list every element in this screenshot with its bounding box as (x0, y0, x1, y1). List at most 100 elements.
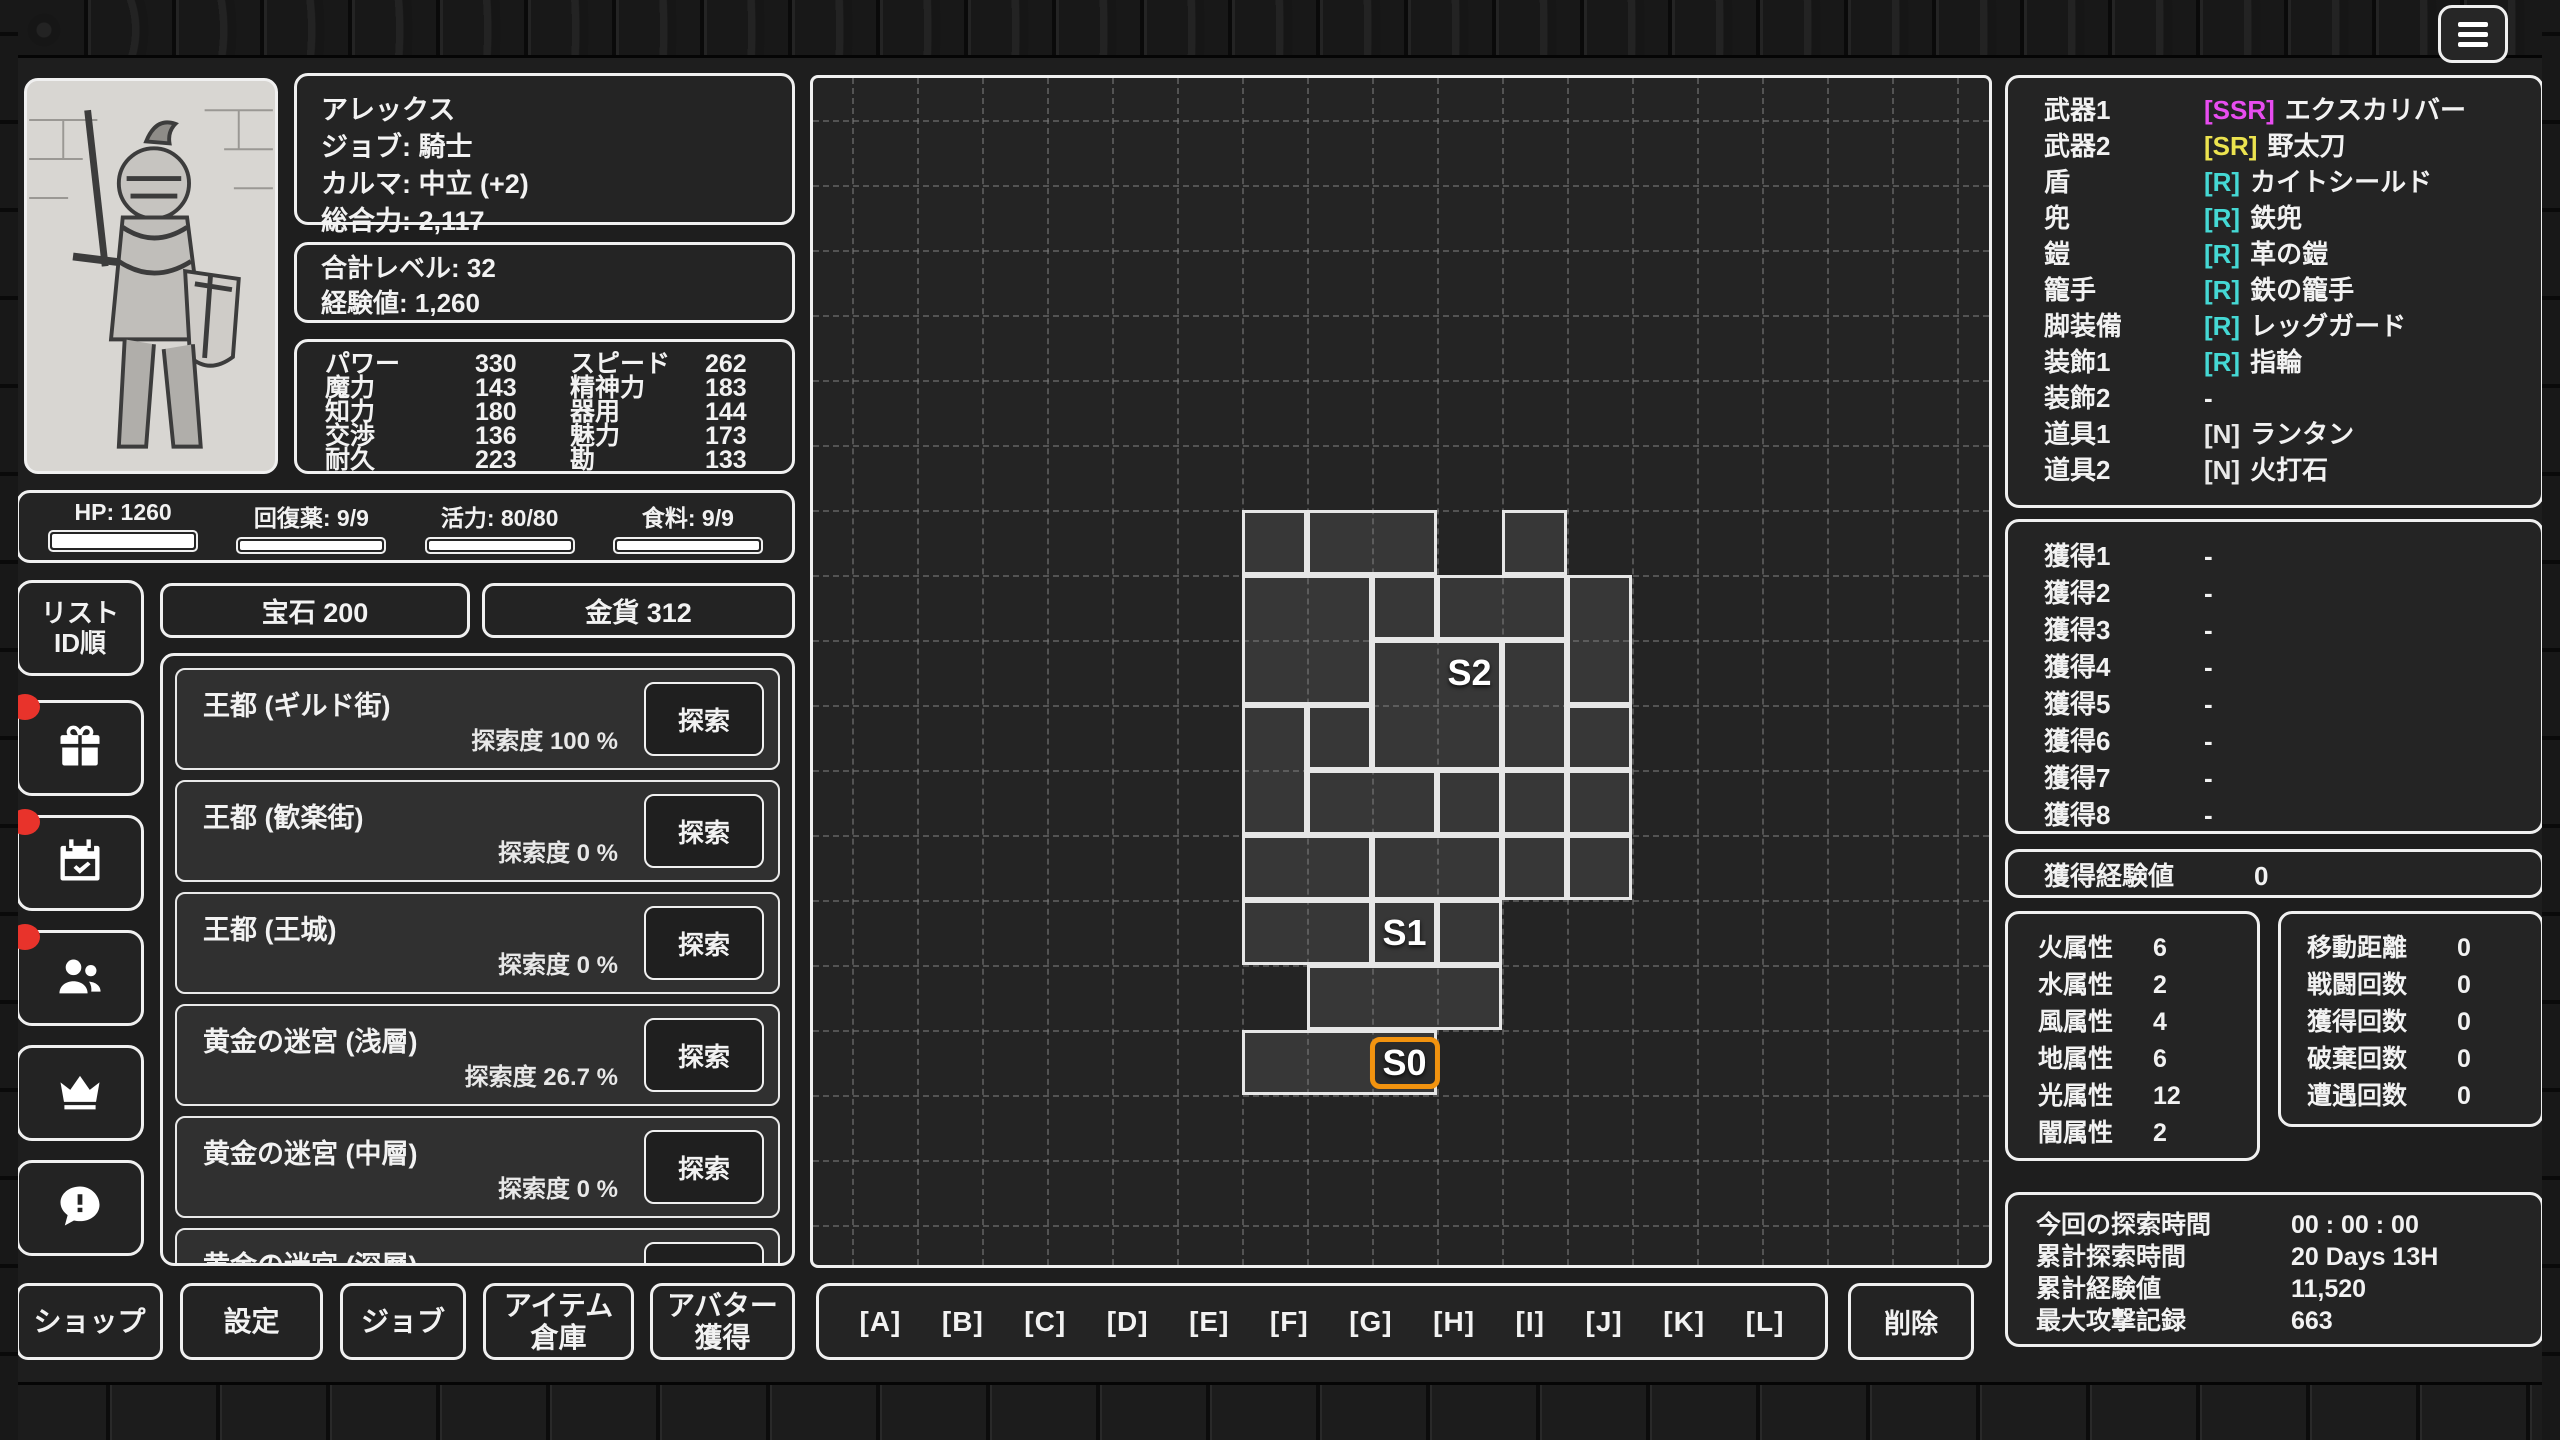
button-label-line: アバター (667, 1290, 778, 1322)
room-outline (1372, 835, 1502, 900)
time-label: 最大攻撃記録 (2036, 1305, 2291, 1337)
map-label-s0[interactable]: S0 (1369, 1037, 1439, 1089)
resource-label: HP: 1260 (75, 499, 172, 526)
stat-label: 器用 (570, 400, 705, 424)
calendar-check-icon (54, 835, 106, 892)
explore-button[interactable]: 探索 (644, 906, 764, 980)
slot-letter-I[interactable]: [I] (1516, 1306, 1545, 1338)
time-value: 11,520 (2291, 1273, 2366, 1305)
equipment-row: 盾[R]カイトシールド (2044, 164, 2531, 200)
slot-letter-E[interactable]: [E] (1189, 1306, 1229, 1338)
slot-letter-C[interactable]: [C] (1024, 1306, 1066, 1338)
stat-value: 183 (705, 376, 764, 400)
slot-letter-H[interactable]: [H] (1433, 1306, 1475, 1338)
gems-button[interactable]: 宝石 200 (160, 583, 470, 638)
hamburger-icon (2458, 22, 2488, 47)
grid-line-vertical (1632, 78, 1634, 1265)
equipment-name: 指輪 (2250, 344, 2302, 380)
grid-line-horizontal (813, 1160, 1989, 1162)
slot-letter-F[interactable]: [F] (1270, 1306, 1309, 1338)
avatar-get-button[interactable]: アバター獲得 (650, 1283, 795, 1360)
stat-value: 330 (475, 352, 570, 376)
room-outline (1502, 640, 1567, 770)
explore-button[interactable]: 探索 (644, 794, 764, 868)
item-storage-button[interactable]: アイテム倉庫 (483, 1283, 634, 1360)
data-row: 地属性6 (2038, 1041, 2227, 1078)
list-sort-button[interactable]: リスト ID順 (16, 580, 144, 676)
time-value: 663 (2291, 1305, 2333, 1337)
explore-button[interactable]: 探索 (644, 1130, 764, 1204)
ornamental-border-right (2542, 0, 2560, 1440)
character-karma: カルマ: 中立 (+2) (321, 166, 768, 203)
data-row: 戦闘回数0 (2307, 967, 2515, 1004)
equipment-row: 装飾1[R]指輪 (2044, 344, 2531, 380)
exploration-progress: 探索度 26.7 % (465, 1057, 618, 1092)
slot-letter-D[interactable]: [D] (1107, 1306, 1149, 1338)
counter-value: 0 (2457, 930, 2471, 967)
character-job: ジョブ: 騎士 (321, 129, 768, 166)
gain-value: - (2204, 538, 2213, 575)
rarity-tag: [SR] (2204, 128, 2257, 164)
equipment-row: 籠手[R]鉄の籠手 (2044, 272, 2531, 308)
time-label: 今回の探索時間 (2036, 1209, 2291, 1241)
resource-bar-fill (52, 534, 194, 548)
data-row: 遭遇回数0 (2307, 1078, 2515, 1115)
slot-letter-L[interactable]: [L] (1746, 1306, 1785, 1338)
data-row: 獲得8- (2044, 797, 2531, 834)
job-button[interactable]: ジョブ (340, 1283, 466, 1360)
menu-button[interactable] (2438, 5, 2508, 63)
location-item[interactable]: 王都 (ギルド街)探索度 100 %探索 (175, 668, 780, 770)
data-row: 最大攻撃記録663 (2036, 1305, 2513, 1337)
total-level: 合計レベル: 32 (321, 251, 768, 286)
gain-value: - (2204, 723, 2213, 760)
map-label-s1: S1 (1382, 912, 1426, 954)
slot-letter-A[interactable]: [A] (860, 1306, 902, 1338)
slot-letter-B[interactable]: [B] (942, 1306, 984, 1338)
slot-letter-J[interactable]: [J] (1586, 1306, 1623, 1338)
gift-button[interactable] (16, 700, 144, 796)
stat-value: 133 (705, 448, 764, 472)
time-label: 累計探索時間 (2036, 1241, 2291, 1273)
button-label-line: 倉庫 (504, 1322, 613, 1354)
gain-slot: 獲得5 (2044, 686, 2204, 723)
location-item[interactable]: 黄金の迷宮 (中層)探索度 0 %探索 (175, 1116, 780, 1218)
ranking-button[interactable] (16, 1045, 144, 1141)
equipment-row: 兜[R]鉄兜 (2044, 200, 2531, 236)
location-item[interactable]: 王都 (歓楽街)探索度 0 %探索 (175, 780, 780, 882)
stat-label: 交渉 (325, 424, 475, 448)
equipment-slot: 兜 (2044, 200, 2204, 236)
equipment-slot: 道具1 (2044, 416, 2204, 452)
grid-line-vertical (1177, 78, 1179, 1265)
location-item[interactable]: 王都 (王城)探索度 0 %探索 (175, 892, 780, 994)
location-item[interactable]: 黄金の迷宮 (深層)探索度 0 %探索 (175, 1228, 780, 1266)
character-portrait (24, 78, 278, 474)
daily-calendar-button[interactable] (16, 815, 144, 911)
gain-value: - (2204, 649, 2213, 686)
grid-line-vertical (1957, 78, 1959, 1265)
explore-button[interactable]: 探索 (644, 1018, 764, 1092)
data-row: 獲得2- (2044, 575, 2531, 612)
room-outline (1242, 900, 1372, 965)
elements-panel: 火属性6水属性2風属性4地属性6光属性12闇属性2 (2005, 911, 2260, 1161)
party-button[interactable] (16, 930, 144, 1026)
resource-bar-fill (429, 541, 571, 550)
stat-value: 223 (475, 448, 570, 472)
settings-button[interactable]: 設定 (180, 1283, 323, 1360)
data-row: 獲得回数0 (2307, 1004, 2515, 1041)
gold-button[interactable]: 金貨 312 (482, 583, 795, 638)
location-name: 王都 (王城) (203, 908, 336, 947)
exp-value: 経験値: 1,260 (321, 286, 768, 321)
explore-button[interactable]: 探索 (644, 682, 764, 756)
resource-label: 回復薬: 9/9 (254, 499, 369, 533)
slot-letter-G[interactable]: [G] (1349, 1306, 1392, 1338)
location-name: 黄金の迷宮 (深層) (203, 1244, 417, 1266)
slot-letter-K[interactable]: [K] (1663, 1306, 1705, 1338)
delete-button[interactable]: 削除 (1848, 1283, 1974, 1360)
notice-button[interactable] (16, 1160, 144, 1256)
explore-button[interactable]: 探索 (644, 1242, 764, 1266)
dungeon-map[interactable]: S2S1S0 (810, 75, 1992, 1268)
gain-exp-panel: 獲得経験値 0 (2005, 849, 2544, 898)
knight-portrait-illustration (27, 81, 275, 471)
location-item[interactable]: 黄金の迷宮 (浅層)探索度 26.7 %探索 (175, 1004, 780, 1106)
shop-button[interactable]: ショップ (16, 1283, 163, 1360)
